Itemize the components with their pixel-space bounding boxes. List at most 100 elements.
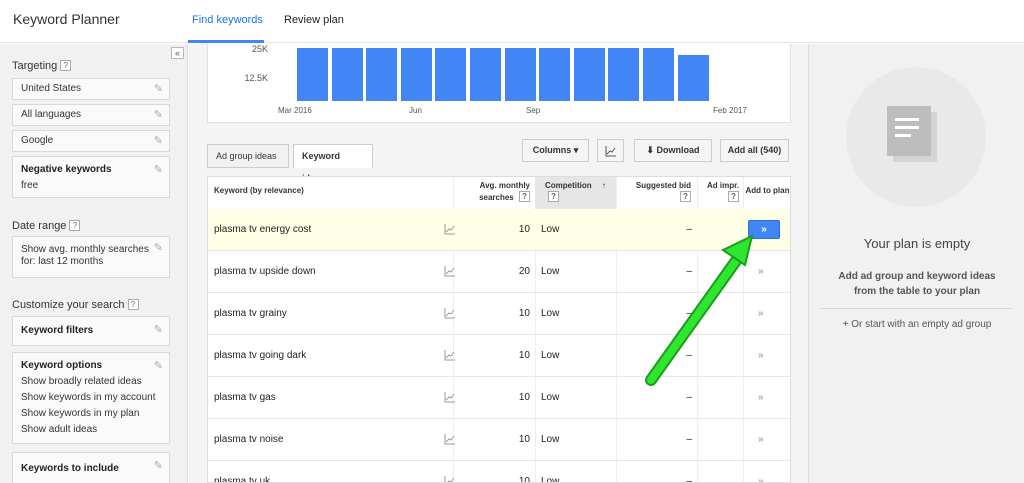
customize-heading-label: Customize your search [12, 299, 125, 311]
competition-cell: Low [541, 476, 560, 483]
keywords-to-include-label: Keywords to include [21, 463, 119, 474]
suggested-bid-cell: – [686, 266, 692, 277]
table-row: plasma tv gas 10 Low – » [208, 377, 790, 419]
trend-chart-icon[interactable] [444, 349, 456, 361]
location-value: United States [21, 83, 82, 94]
date-range-heading: Date range? [12, 220, 81, 232]
header-competition-label: Competition [545, 181, 592, 190]
keyword-option: Show keywords in my plan [21, 408, 140, 419]
help-icon[interactable]: ? [69, 220, 81, 231]
edit-pencil-icon[interactable]: ✎ [154, 81, 163, 97]
language-value: All languages [21, 109, 82, 120]
keyword-cell: plasma tv going dark [214, 350, 307, 361]
keyword-filters-label: Keyword filters [21, 325, 94, 336]
suggested-bid-cell: – [686, 224, 692, 235]
tab-review-plan[interactable]: Review plan [284, 14, 344, 26]
tab-keyword-ideas[interactable]: Keyword ideas [293, 144, 373, 183]
edit-pencil-icon[interactable]: ✎ [154, 322, 163, 338]
competition-cell: Low [541, 434, 560, 445]
edit-pencil-icon[interactable]: ✎ [154, 458, 163, 474]
edit-pencil-icon[interactable]: ✎ [154, 133, 163, 149]
keyword-cell: plasma tv uk [214, 476, 271, 483]
chart-bar [643, 48, 674, 101]
trend-chart-icon[interactable] [444, 223, 456, 235]
negative-keywords-title: Negative keywords [21, 164, 112, 175]
header-avg-searches[interactable]: Avg. monthly searches ? [453, 177, 535, 209]
keyword-cell: plasma tv gas [214, 392, 276, 403]
x-tick-label: Feb 2017 [713, 106, 747, 115]
negative-keywords-box[interactable]: Negative keywords free ✎ [12, 156, 170, 198]
keyword-cell: plasma tv energy cost [214, 224, 312, 235]
trend-chart-icon[interactable] [444, 307, 456, 319]
edit-pencil-icon[interactable]: ✎ [154, 242, 163, 254]
header-keyword[interactable]: Keyword (by relevance) [208, 177, 453, 209]
header-bid-label: Suggested bid [635, 181, 691, 190]
targeting-network[interactable]: Google ✎ [12, 130, 170, 152]
y-tick-label: 12.5K [244, 73, 268, 83]
help-icon[interactable]: ? [728, 191, 739, 202]
chart-bar [539, 48, 571, 101]
targeting-location[interactable]: United States ✎ [12, 78, 170, 100]
trend-chart-icon[interactable] [444, 265, 456, 277]
columns-button[interactable]: Columns ▾ [522, 139, 589, 162]
date-range-box[interactable]: Show avg. monthly searches for: last 12 … [12, 236, 170, 278]
add-to-plan-button[interactable]: » [758, 335, 764, 377]
keyword-ideas-table: Keyword (by relevance) Avg. monthly sear… [207, 176, 791, 483]
add-to-plan-button[interactable]: » [758, 461, 764, 482]
add-to-plan-button[interactable]: » [758, 251, 764, 293]
keyword-options-title: Keyword options [21, 360, 103, 371]
keyword-filters-box[interactable]: Keyword filters ✎ [12, 316, 170, 346]
help-icon[interactable]: ? [127, 299, 139, 310]
plan-empty-title: Your plan is empty [863, 236, 971, 251]
help-icon[interactable]: ? [548, 191, 559, 202]
plan-panel: Your plan is empty Add ad group and keyw… [808, 44, 1024, 483]
edit-pencil-icon[interactable]: ✎ [154, 162, 163, 178]
suggested-bid-cell: – [686, 476, 692, 483]
searches-cell: 10 [518, 224, 530, 235]
add-all-button[interactable]: Add all (540) [720, 139, 789, 162]
targeting-language[interactable]: All languages ✎ [12, 104, 170, 126]
collapse-sidebar-button[interactable]: « [171, 47, 184, 59]
add-to-plan-button[interactable]: » [748, 220, 780, 239]
chart-bar [470, 48, 501, 101]
suggested-bid-cell: – [686, 308, 692, 319]
trend-chart-icon[interactable] [444, 391, 456, 403]
trend-chart-icon[interactable] [444, 475, 456, 483]
top-bar: Keyword Planner Find keywords Review pla… [0, 0, 1024, 43]
add-to-plan-button[interactable]: » [758, 293, 764, 335]
tab-find-keywords[interactable]: Find keywords [192, 14, 263, 26]
chart-bar [504, 48, 536, 101]
add-to-plan-button[interactable]: » [758, 419, 764, 461]
tab-ad-group-ideas[interactable]: Ad group ideas [207, 144, 289, 168]
edit-pencil-icon[interactable]: ✎ [154, 107, 163, 123]
table-row: plasma tv energy cost 10 Low – » [208, 209, 790, 251]
help-icon[interactable]: ? [680, 191, 691, 202]
keywords-to-include-box[interactable]: Keywords to include ✎ [12, 452, 170, 483]
keyword-option: Show broadly related ideas [21, 376, 142, 387]
x-tick-label: Sep [526, 106, 541, 115]
header-competition[interactable]: Competition ↑ ? [535, 177, 616, 209]
competition-cell: Low [541, 308, 560, 319]
edit-pencil-icon[interactable]: ✎ [154, 358, 163, 374]
header-ad-impr[interactable]: Ad impr. ? [697, 177, 743, 209]
help-icon[interactable]: ? [60, 60, 72, 71]
table-row: plasma tv uk 10 Low – » [208, 461, 790, 483]
targeting-heading-label: Targeting [12, 60, 58, 72]
x-tick-label: Jun [409, 106, 422, 115]
trend-chart-icon[interactable] [444, 433, 456, 445]
start-empty-ad-group-link[interactable]: + Or start with an empty ad group [809, 319, 1024, 330]
header-suggested-bid[interactable]: Suggested bid ? [616, 177, 697, 209]
app-title: Keyword Planner [13, 11, 120, 27]
table-row: plasma tv upside down 20 Low – » [208, 251, 790, 293]
competition-cell: Low [541, 266, 560, 277]
competition-cell: Low [541, 392, 560, 403]
chart-toggle-button[interactable] [597, 139, 624, 162]
keyword-cell: plasma tv noise [214, 434, 284, 445]
keyword-options-box[interactable]: Keyword options Show broadly related ide… [12, 352, 170, 444]
x-tick-label: Mar 2016 [278, 106, 312, 115]
help-icon[interactable]: ? [519, 191, 530, 202]
divider [821, 308, 1013, 309]
download-button[interactable]: ⬇ Download [634, 139, 712, 162]
add-to-plan-button[interactable]: » [758, 377, 764, 419]
targeting-heading: Targeting? [12, 60, 72, 72]
